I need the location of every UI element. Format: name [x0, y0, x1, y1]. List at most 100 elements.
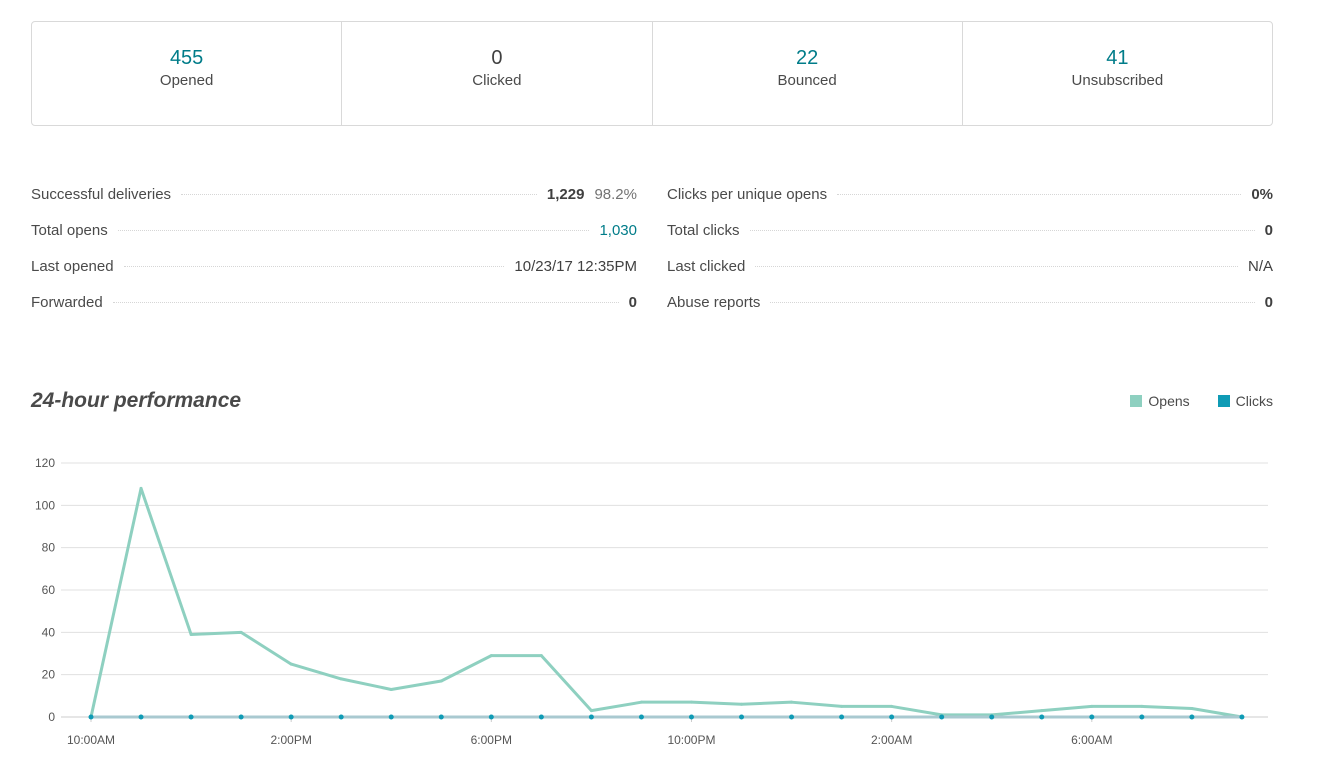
- opens-point: [339, 677, 343, 681]
- total-opens-link[interactable]: 1,030: [599, 222, 637, 239]
- opens-point: [1090, 704, 1094, 708]
- detail-abuse-reports: Abuse reports 0: [667, 294, 1273, 330]
- clicks-point: [889, 714, 895, 720]
- x-tick-label: 10:00PM: [667, 733, 715, 747]
- clicks-point: [638, 714, 644, 720]
- clicks-point: [1089, 714, 1095, 720]
- opens-point: [740, 702, 744, 706]
- chart-title: 24-hour performance: [31, 389, 242, 412]
- detail-total-clicks: Total clicks 0: [667, 222, 1273, 258]
- opens-line: [89, 486, 1243, 719]
- opens-point: [790, 700, 794, 704]
- clicks-point: [989, 714, 995, 720]
- x-tick-label: 6:00PM: [471, 733, 512, 747]
- detail-percent: 98.2%: [594, 186, 637, 203]
- clicks-point: [1239, 714, 1245, 720]
- y-tick-label: 100: [35, 498, 55, 512]
- legend-swatch-opens: [1130, 395, 1143, 407]
- y-tick-label: 60: [42, 583, 56, 597]
- opens-point: [289, 662, 293, 666]
- detail-value: 0: [1264, 222, 1273, 239]
- dotted-leader: [117, 230, 590, 231]
- stat-label: Clicked: [472, 72, 522, 89]
- dotted-leader: [770, 302, 1255, 303]
- y-tick-label: 120: [35, 456, 55, 470]
- clicks-point: [1139, 714, 1145, 720]
- series-opens: [89, 486, 1244, 719]
- detail-label: Successful deliveries: [31, 186, 172, 203]
- x-tick-label: 2:00AM: [871, 733, 912, 747]
- detail-value: 0%: [1251, 186, 1273, 203]
- stat-value: 41: [1106, 47, 1129, 69]
- y-tick-label: 0: [48, 710, 55, 724]
- stat-value: 22: [796, 47, 819, 69]
- clicks-point: [288, 714, 294, 720]
- performance-chart: 020406080100120 10:00AM 2:00PM 6:00PM 10:00…: [35, 456, 1268, 747]
- details-left: Successful deliveries 1,229 98.2% Total …: [31, 186, 637, 330]
- dotted-leader: [112, 302, 619, 303]
- chart-legend: Opens Clicks: [1130, 393, 1273, 409]
- detail-label: Forwarded: [31, 294, 103, 311]
- opens-point: [489, 654, 493, 658]
- clicks-point: [438, 714, 444, 720]
- detail-forwarded: Forwarded 0: [31, 294, 637, 330]
- opens-point: [890, 704, 894, 708]
- stat-label: Opened: [159, 72, 214, 89]
- x-tick-label: 2:00PM: [270, 733, 311, 747]
- clicks-point: [488, 714, 494, 720]
- stat-clicked[interactable]: 0 Clicked: [342, 22, 653, 125]
- detail-label: Abuse reports: [667, 294, 761, 311]
- detail-value: N/A: [1247, 258, 1273, 275]
- clicks-point: [338, 714, 344, 720]
- clicks-point: [538, 714, 544, 720]
- dotted-leader: [123, 266, 505, 267]
- legend-item-clicks[interactable]: Clicks: [1217, 393, 1273, 409]
- opens-point: [689, 700, 693, 704]
- detail-label: Total opens: [31, 222, 108, 239]
- x-tick-label: 6:00AM: [1071, 733, 1112, 747]
- detail-value: 0: [1264, 294, 1273, 311]
- opens-point: [1190, 707, 1194, 711]
- opens-point: [1140, 704, 1144, 708]
- detail-last-clicked: Last clicked N/A: [667, 258, 1273, 294]
- stat-label: Unsubscribed: [1071, 72, 1164, 89]
- opens-point: [139, 486, 143, 490]
- y-tick-label: 40: [42, 625, 56, 639]
- clicks-point: [939, 714, 945, 720]
- legend-label: Opens: [1148, 393, 1190, 409]
- dotted-leader: [181, 194, 537, 195]
- clicks-point: [388, 714, 394, 720]
- opens-point: [1040, 709, 1044, 713]
- y-tick-label: 80: [42, 541, 56, 555]
- clicks-point: [1189, 714, 1195, 720]
- stat-unsubscribed[interactable]: 41 Unsubscribed: [963, 22, 1272, 125]
- opens-point: [389, 687, 393, 691]
- opens-point: [840, 704, 844, 708]
- stat-opened[interactable]: 455 Opened: [32, 22, 343, 125]
- detail-label: Last clicked: [667, 258, 746, 275]
- opens-point: [589, 709, 593, 713]
- clicks-point: [789, 714, 795, 720]
- dotted-leader: [755, 266, 1238, 267]
- dotted-leader: [837, 194, 1242, 195]
- clicks-point: [688, 714, 694, 720]
- opens-point: [439, 679, 443, 683]
- y-axis: 0 20 40 60 80 100 120: [35, 456, 55, 724]
- opens-point: [189, 632, 193, 636]
- stat-value: 0: [491, 47, 503, 69]
- series-clicks: [88, 714, 1245, 720]
- summary-stats: 455 Opened 0 Clicked 22 Bounced 41 Unsub…: [31, 21, 1273, 126]
- stat-bounced[interactable]: 22 Bounced: [653, 22, 963, 125]
- details-right: Clicks per unique opens 0% Total clicks …: [667, 186, 1273, 330]
- clicks-point: [138, 714, 144, 720]
- legend-label: Clicks: [1235, 393, 1273, 409]
- dotted-leader: [749, 230, 1255, 231]
- legend-item-opens[interactable]: Opens: [1130, 393, 1190, 409]
- detail-value: 10/23/17 12:35PM: [514, 258, 637, 275]
- opens-point: [239, 630, 243, 634]
- clicks-point: [839, 714, 845, 720]
- clicks-point: [88, 714, 94, 720]
- detail-value: 0: [628, 294, 637, 311]
- detail-clicks-per-unique-opens: Clicks per unique opens 0%: [667, 186, 1273, 222]
- stat-label: Bounced: [777, 72, 837, 89]
